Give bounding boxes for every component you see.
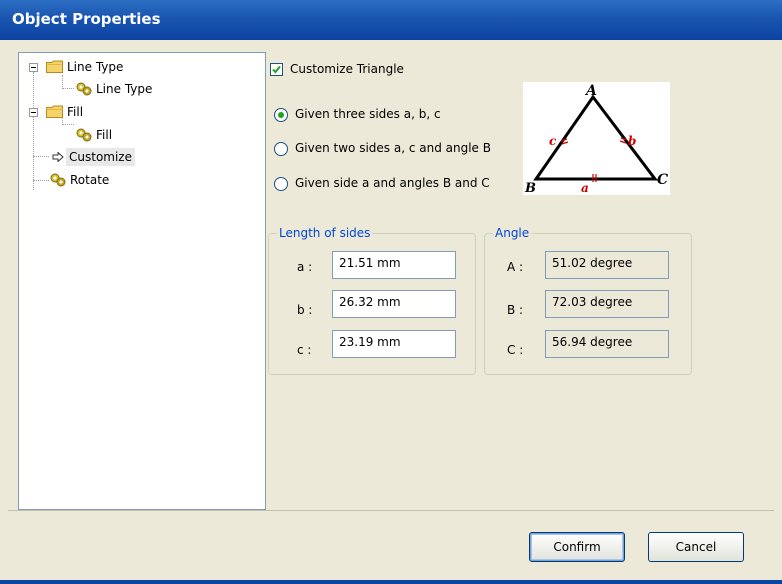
tree-item-customize[interactable]: Customize — [19, 148, 259, 166]
radio-three-sides[interactable] — [274, 108, 288, 122]
side-b-input[interactable]: 26.32 mm — [332, 290, 456, 318]
radio-two-sides-angle-label[interactable]: Given two sides a, c and angle B — [295, 141, 491, 155]
tree-item-label: Line Type — [67, 60, 124, 74]
checkmark-icon — [272, 65, 281, 74]
vertex-c-label: C — [657, 172, 668, 188]
tree-item-label: Customize — [66, 148, 135, 166]
footer-separator — [8, 510, 774, 511]
side-b-label: b — [628, 134, 636, 148]
angle-b-field-label: B : — [507, 303, 524, 317]
tree-item-label: Rotate — [70, 173, 110, 187]
tree-connector — [62, 124, 74, 125]
tree-item-fill-group[interactable]: Fill — [19, 103, 259, 121]
angle-b-value: 72.03 degree — [545, 290, 669, 318]
tree-item-label: Fill — [67, 105, 84, 119]
angle-c-value: 56.94 degree — [545, 330, 669, 358]
customize-triangle-label[interactable]: Customize Triangle — [290, 62, 404, 76]
confirm-button[interactable]: Confirm — [529, 532, 625, 562]
customize-triangle-checkbox[interactable] — [270, 63, 283, 76]
side-b-field-label: b : — [297, 303, 313, 317]
angle-title: Angle — [493, 226, 532, 240]
side-a-label: a — [581, 181, 589, 195]
length-of-sides-title: Length of sides — [277, 226, 373, 240]
side-a-input[interactable]: 21.51 mm — [332, 251, 456, 279]
radio-side-two-angles-label[interactable]: Given side a and angles B and C — [295, 176, 490, 190]
tree-item-label: Line Type — [96, 82, 153, 96]
gears-icon — [76, 82, 92, 96]
folder-icon — [46, 60, 63, 73]
tree-item-fill[interactable]: Fill — [19, 126, 259, 144]
object-properties-dialog: Object Properties Line Type Line Type Fi… — [0, 0, 782, 584]
side-c-field-label: c : — [297, 343, 312, 357]
length-of-sides-group: Length of sides a : 21.51 mm b : 26.32 m… — [268, 226, 476, 375]
title-bar[interactable]: Object Properties — [0, 0, 782, 40]
window-title: Object Properties — [12, 10, 161, 28]
collapse-icon[interactable] — [29, 63, 38, 72]
gears-icon — [76, 128, 92, 142]
side-a-field-label: a : — [297, 260, 313, 274]
triangle-diagram: A B C c b a — [523, 82, 670, 196]
gears-icon — [50, 173, 66, 187]
cancel-button[interactable]: Cancel — [648, 532, 744, 562]
folder-icon — [46, 105, 63, 118]
side-c-input[interactable]: 23.19 mm — [332, 330, 456, 358]
vertex-b-label: B — [524, 181, 536, 195]
properties-tree[interactable]: Line Type Line Type Fill Fill Customize … — [18, 52, 266, 510]
triangle-figure: A B C c b a — [524, 83, 668, 196]
radio-two-sides-angle[interactable] — [274, 142, 288, 156]
tick-marks — [560, 137, 628, 182]
arrow-right-icon — [52, 152, 64, 162]
angle-group: Angle A : 51.02 degree B : 72.03 degree … — [484, 226, 692, 375]
angle-a-value: 51.02 degree — [545, 251, 669, 279]
vertex-a-label: A — [584, 83, 597, 99]
side-c-label: c — [549, 134, 557, 148]
angle-a-field-label: A : — [507, 260, 524, 274]
tree-item-rotate[interactable]: Rotate — [19, 171, 259, 189]
tree-item-line-type[interactable]: Line Type — [19, 80, 259, 98]
angle-c-field-label: C : — [507, 343, 524, 357]
window-bottom-border — [0, 580, 782, 584]
tree-item-label: Fill — [96, 128, 113, 142]
tree-item-line-type-group[interactable]: Line Type — [19, 58, 259, 76]
radio-side-two-angles[interactable] — [274, 177, 288, 191]
radio-three-sides-label[interactable]: Given three sides a, b, c — [295, 107, 441, 121]
collapse-icon[interactable] — [29, 108, 38, 117]
